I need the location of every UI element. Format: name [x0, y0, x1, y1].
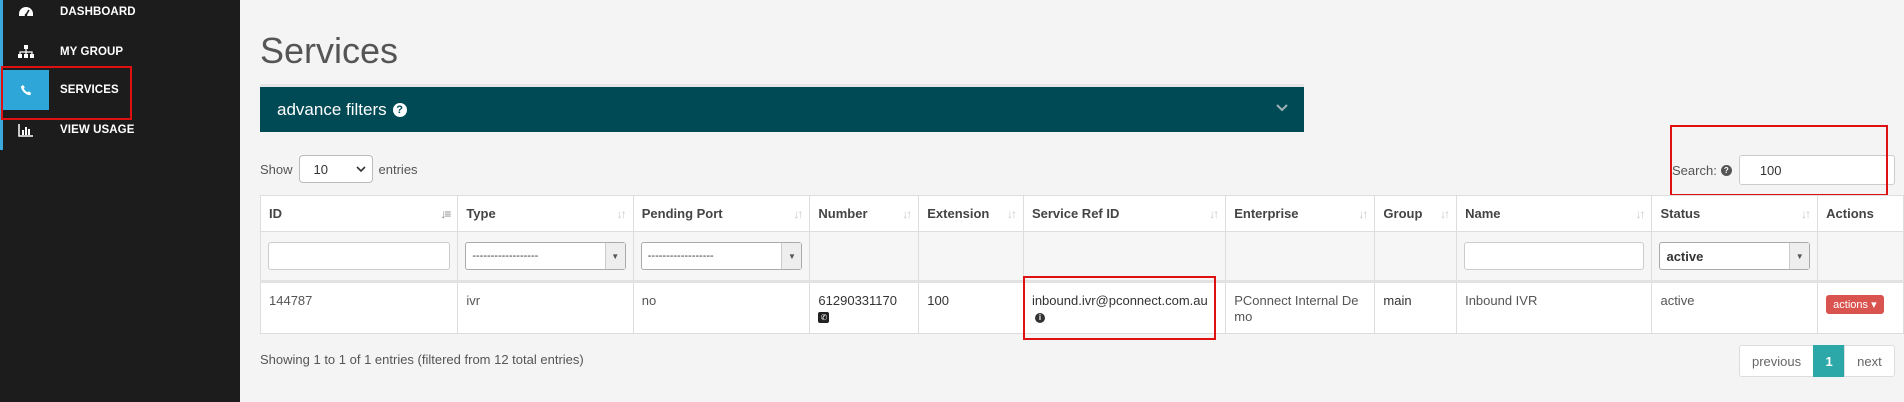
- pending-port-filter-value: ------------------: [647, 250, 714, 262]
- col-header-label: Enterprise: [1234, 206, 1299, 221]
- col-extension[interactable]: Extension ↓↑: [918, 195, 1024, 232]
- table-row: 144787 ivr no 61290331170 ✆ 100 inbound.…: [259, 280, 1904, 334]
- cell-number: 61290331170 ✆: [809, 280, 920, 334]
- sidebar-item-label: VIEW USAGE: [60, 124, 135, 136]
- sidebar-item-label: SERVICES: [60, 84, 119, 96]
- cell-extension: 100: [918, 280, 1024, 334]
- advance-filters-panel[interactable]: advance filters ?: [260, 84, 1304, 132]
- col-enterprise[interactable]: Enterprise ↓↑: [1225, 195, 1376, 232]
- col-header-label: Pending Port: [641, 206, 723, 221]
- id-filter-input[interactable]: [268, 242, 451, 270]
- col-status[interactable]: Status ↓↑: [1651, 195, 1819, 232]
- help-icon: ?: [1720, 164, 1732, 176]
- services-table: ID ↓≡ Type ↓↑ Pending Port ↓↑ Number ↓↑ Exte…: [259, 195, 1904, 334]
- chevron-down-icon: ▼: [604, 243, 625, 269]
- cell-service-ref-id: inbound.ivr@pconnect.com.au i: [1022, 280, 1227, 334]
- bar-chart-icon: [18, 124, 33, 137]
- cell-pending-port: no: [632, 280, 811, 334]
- advance-filters-label: advance filters: [277, 99, 387, 119]
- sort-icon: ↓↑: [1358, 207, 1368, 221]
- phone-icon: [20, 84, 31, 95]
- show-label: Show: [260, 161, 293, 177]
- help-icon: ?: [392, 102, 407, 117]
- cell-enterprise: PConnect Internal Demo: [1225, 280, 1376, 334]
- status-filter-select[interactable]: active ▼: [1659, 242, 1811, 270]
- col-id[interactable]: ID ↓≡: [259, 195, 459, 232]
- col-header-label: Type: [466, 206, 496, 221]
- actions-dropdown-button[interactable]: actions ▾: [1826, 295, 1884, 314]
- cell-group: main: [1374, 280, 1458, 334]
- col-header-label: Extension: [927, 206, 990, 221]
- sort-desc-icon: ↓≡: [440, 207, 451, 221]
- col-actions: Actions: [1817, 195, 1904, 232]
- sort-icon: ↓↑: [1801, 207, 1811, 221]
- col-header-label: Status: [1660, 206, 1701, 221]
- sort-icon: ↓↑: [616, 207, 627, 221]
- sidebar-item-dashboard[interactable]: DASHBOARD: [0, 0, 240, 32]
- filter-row: ------------------ ▼ ------------------ ▼ …: [259, 231, 1904, 282]
- type-filter-value: ------------------: [472, 250, 539, 262]
- sort-icon: ↓↑: [902, 207, 912, 221]
- entries-select[interactable]: 10: [298, 155, 373, 183]
- table-info: Showing 1 to 1 of 1 entries (filtered fr…: [260, 352, 584, 367]
- col-pending-port[interactable]: Pending Port ↓↑: [632, 195, 811, 232]
- sidebar: DASHBOARD MY GROUP SERVICES VIEW USAGE: [0, 0, 240, 402]
- number-value: 61290331170: [818, 293, 897, 308]
- pagination: previous 1 next: [1739, 345, 1895, 377]
- col-header-label: Group: [1383, 206, 1423, 221]
- phone-icon[interactable]: ✆: [818, 312, 830, 323]
- sort-icon: ↓↑: [1440, 207, 1450, 221]
- info-icon[interactable]: i: [1034, 312, 1045, 323]
- sitemap-icon: [18, 45, 34, 58]
- service-ref-value: inbound.ivr@pconnect.com.au: [1031, 293, 1208, 308]
- cell-status: active: [1651, 280, 1819, 334]
- cell-id: 144787: [259, 280, 459, 334]
- next-button[interactable]: next: [1844, 345, 1895, 377]
- search-input[interactable]: 100: [1738, 155, 1895, 185]
- cell-name: Inbound IVR: [1456, 280, 1653, 334]
- chevron-down-icon: ▼: [781, 243, 802, 269]
- sidebar-item-services[interactable]: SERVICES: [0, 70, 240, 110]
- sidebar-item-label: DASHBOARD: [60, 6, 136, 18]
- col-name[interactable]: Name ↓↑: [1456, 195, 1653, 232]
- chevron-down-icon: ▼: [1789, 243, 1810, 269]
- actions-label: actions: [1833, 299, 1869, 311]
- col-header-label: Actions: [1826, 206, 1874, 221]
- entries-select-value: 10: [313, 161, 328, 177]
- search-control: Search: ? 100: [1672, 155, 1895, 185]
- length-control: Show 10 entries: [260, 155, 418, 183]
- col-header-label: Name: [1465, 206, 1501, 221]
- page-title: Services: [260, 30, 399, 71]
- cell-type: ivr: [457, 280, 634, 334]
- sort-icon: ↓↑: [793, 207, 803, 221]
- entries-label: entries: [378, 161, 418, 177]
- col-service-ref-id[interactable]: Service Ref ID ↓↑: [1022, 195, 1227, 232]
- col-header-label: Service Ref ID: [1031, 206, 1120, 221]
- previous-button[interactable]: previous: [1739, 345, 1815, 377]
- status-filter-value: active: [1666, 248, 1704, 264]
- name-filter-input[interactable]: [1464, 242, 1645, 270]
- chevron-down-icon[interactable]: [1274, 99, 1290, 115]
- dashboard-icon: [19, 7, 33, 17]
- sidebar-item-label: MY GROUP: [60, 46, 124, 58]
- sort-icon: ↓↑: [1006, 207, 1017, 221]
- pending-port-filter-select[interactable]: ------------------ ▼: [640, 242, 803, 270]
- sidebar-item-view-usage[interactable]: VIEW USAGE: [0, 110, 240, 150]
- type-filter-select[interactable]: ------------------ ▼: [465, 242, 626, 270]
- sidebar-item-my-group[interactable]: MY GROUP: [0, 32, 240, 72]
- search-input-value: 100: [1759, 162, 1782, 178]
- col-type[interactable]: Type ↓↑: [457, 195, 634, 232]
- col-group[interactable]: Group ↓↑: [1374, 195, 1458, 232]
- sort-icon: ↓↑: [1635, 207, 1645, 221]
- col-number[interactable]: Number ↓↑: [809, 195, 920, 232]
- search-label: Search:: [1672, 162, 1717, 178]
- page-1-button[interactable]: 1: [1813, 345, 1846, 377]
- cell-actions: actions ▾: [1817, 280, 1904, 334]
- chevron-down-icon: [355, 166, 366, 173]
- sort-icon: ↓↑: [1209, 207, 1219, 221]
- col-header-label: ID: [269, 206, 282, 221]
- col-header-label: Number: [818, 206, 868, 221]
